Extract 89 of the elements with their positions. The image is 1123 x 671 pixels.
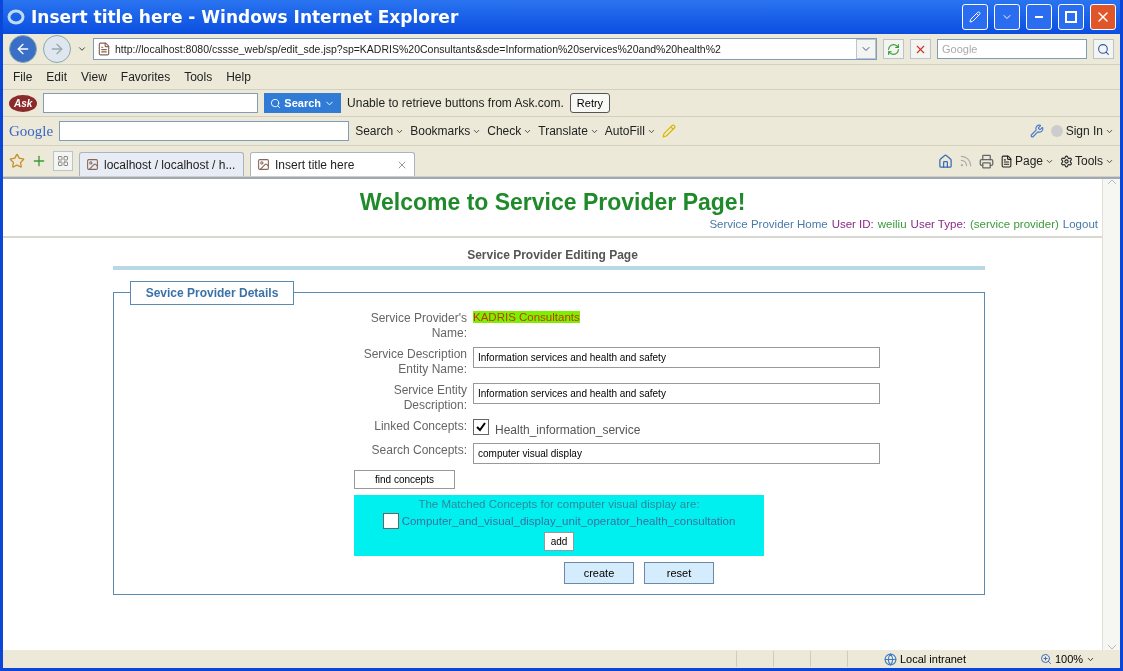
toolbar-button[interactable]: Search [355, 124, 405, 138]
field-label: Service Entity Description: [392, 383, 467, 413]
toolbar-button[interactable]: Bookmarks [410, 124, 482, 138]
toolbar-button[interactable]: AutoFill [604, 124, 656, 138]
network-icon [884, 652, 897, 666]
quick-tabs-button[interactable] [53, 151, 73, 171]
sign-in-button[interactable]: Sign In [1049, 124, 1114, 138]
add-button[interactable]: add [543, 532, 575, 551]
menu-item[interactable]: Edit [42, 70, 72, 84]
menu-item[interactable]: File [9, 70, 37, 84]
refresh-button[interactable] [883, 39, 904, 59]
checkbox-label: Health_information_service [495, 423, 641, 437]
text-field[interactable]: Information services and health and safety [473, 383, 880, 404]
find-concepts-button[interactable]: find concepts [354, 470, 455, 489]
favorites-star-icon[interactable] [9, 153, 25, 169]
history-caret-icon[interactable] [77, 44, 87, 54]
ask-search-button[interactable]: Search [264, 93, 342, 113]
form-button[interactable]: create [564, 562, 634, 584]
user-info-text: weiliu [877, 218, 907, 230]
add-favorite-icon[interactable] [31, 153, 47, 169]
command-button[interactable]: Page [999, 154, 1054, 168]
address-field[interactable]: http://localhost:8080/cssse_web/sp/edit_sde.jsp?sp=KADRIS%20Consultants&sde=Information%20services%20and%20health%2 [93, 38, 877, 60]
user-info-text: (service provider) [970, 218, 1059, 230]
browser-tab[interactable]: localhost / localhost / h... [79, 152, 244, 176]
text-field[interactable]: Information services and health and safety [473, 347, 880, 368]
ask-search-field[interactable] [43, 93, 259, 113]
user-info-text: User ID: [831, 218, 874, 230]
print-icon[interactable] [978, 153, 994, 169]
nav-link[interactable]: Logout [1062, 218, 1098, 230]
search-icon [270, 97, 282, 109]
checkmark-icon [476, 422, 486, 432]
menu-item[interactable]: Favorites [116, 70, 175, 84]
menu-button[interactable] [994, 4, 1020, 30]
menu-item[interactable]: View [77, 70, 111, 84]
url-text: http://localhost:8080/cssse_web/sp/edit_sde.jsp?sp=KADRIS%20Consultants&sde=Information%20services%20and%20health%2 [115, 43, 722, 55]
field-label: Service Description Entity Name: [362, 347, 467, 377]
refresh-icon [887, 42, 900, 56]
avatar-icon [1049, 124, 1064, 138]
checkbox[interactable] [382, 513, 399, 529]
search-icon [1097, 42, 1110, 56]
page-subtitle: Service Provider Editing Page [466, 248, 639, 262]
window-title: Insert title here - Windows Internet Explorer [31, 7, 460, 27]
user-info-text: User Type: [910, 218, 966, 230]
google-logo: Google [9, 122, 54, 140]
grid-icon [57, 155, 69, 167]
menu-item[interactable]: Help [222, 70, 255, 84]
zoom-icon [1040, 653, 1052, 665]
text-field[interactable]: computer visual display [473, 443, 880, 464]
minimize-icon [1035, 16, 1043, 18]
checkbox-label: Computer_and_visual_display_unit_operator_health_consultation [401, 515, 736, 527]
page-heading: Welcome to Service Provider Page! [358, 189, 747, 216]
forward-arrow-icon [49, 41, 65, 57]
browser-logo-icon [7, 8, 25, 26]
google-search-field[interactable] [59, 121, 350, 141]
back-button[interactable] [9, 35, 37, 63]
provider-name: KADRIS Consultants [473, 311, 580, 323]
toolbar-message: Unable to retrieve buttons from Ask.com. [347, 96, 564, 110]
scroll-up-icon [1106, 179, 1117, 185]
checkbox[interactable] [473, 419, 489, 435]
stop-button[interactable] [910, 39, 931, 59]
browser-tab[interactable]: Insert title here [250, 152, 415, 176]
gear-icon [1060, 154, 1073, 168]
address-dropdown-button[interactable] [856, 39, 876, 59]
scroll-down-icon [1106, 644, 1117, 650]
retry-button[interactable]: Retry [569, 93, 611, 113]
toolbar-button[interactable]: Translate [538, 124, 599, 138]
nav-link[interactable]: Service Provider Home [709, 218, 828, 230]
matched-heading: The Matched Concepts for computer visual display are: [418, 498, 700, 510]
menu-item[interactable]: Tools [180, 70, 217, 84]
search-button[interactable] [1093, 39, 1114, 59]
home-icon[interactable] [937, 153, 953, 169]
ask-logo[interactable]: Ask [9, 94, 38, 112]
form-button[interactable]: reset [644, 562, 714, 584]
panel-legend: Sevice Provider Details [130, 281, 294, 305]
minimize-button[interactable] [1026, 4, 1052, 30]
maximize-button[interactable] [1058, 4, 1084, 30]
field-label: Service Provider's Name: [369, 311, 467, 341]
zoom-button[interactable]: 100% [1040, 653, 1120, 665]
maximize-icon [1065, 11, 1077, 23]
toolbar-button[interactable]: Check [487, 124, 533, 138]
pin-button[interactable] [962, 4, 988, 30]
wrench-icon[interactable] [1029, 124, 1044, 138]
field-label: Search Concepts: [370, 443, 467, 458]
command-button[interactable]: Tools [1060, 154, 1114, 168]
close-button[interactable] [1090, 4, 1116, 30]
field-label: Linked Concepts: [373, 419, 467, 434]
zone-text: Local intranet [900, 653, 967, 665]
search-field[interactable]: Google [937, 39, 1087, 59]
scrollbar[interactable] [1102, 179, 1120, 650]
